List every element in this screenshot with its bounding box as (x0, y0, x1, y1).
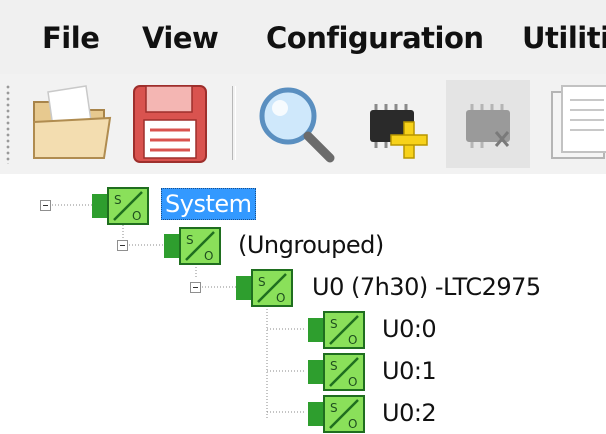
search-magnifier-icon (259, 87, 335, 163)
menu-view[interactable]: View (142, 18, 219, 58)
save-floppy-icon (133, 85, 207, 163)
svg-text:O: O (348, 333, 357, 347)
power-system-node-icon: S O (92, 187, 149, 225)
power-channel-node-icon: S O (308, 311, 365, 349)
svg-text:O: O (276, 291, 285, 305)
remove-device-icon (466, 104, 510, 148)
menu-file[interactable]: File (42, 18, 100, 58)
svg-text:O: O (132, 209, 141, 223)
remove-device-button[interactable] (446, 80, 530, 168)
open-folder-icon (33, 85, 112, 159)
power-channel-node-icon: S O (308, 353, 365, 391)
svg-text:S: S (114, 193, 122, 207)
add-device-icon (370, 104, 428, 159)
save-button[interactable] (128, 80, 212, 168)
svg-text:O: O (348, 417, 357, 431)
tree-node-system[interactable]: System (161, 188, 256, 220)
svg-text:S: S (186, 233, 194, 247)
svg-text:O: O (204, 249, 213, 263)
power-device-node-icon: S O (236, 269, 293, 307)
tree-node-channel-1[interactable]: U0:1 (382, 355, 437, 387)
device-tree[interactable]: S O System S O (Ungrouped) S O U0 (7h30)… (0, 174, 606, 433)
power-channel-node-icon: S O (308, 395, 365, 433)
menu-utilities[interactable]: Utilities (522, 18, 606, 58)
tree-node-channel-0[interactable]: U0:0 (382, 313, 437, 345)
toolbar (0, 74, 606, 174)
menu-configuration[interactable]: Configuration (266, 18, 484, 58)
document-icon (551, 85, 606, 159)
tree-expander-device[interactable] (190, 282, 201, 293)
toolbar-separator (232, 86, 236, 160)
menu-bar: File View Configuration Utilities (0, 0, 606, 74)
tree-node-channel-2[interactable]: U0:2 (382, 397, 437, 429)
open-button[interactable] (26, 80, 116, 168)
toolbar-grip[interactable] (6, 84, 10, 164)
svg-text:S: S (330, 317, 338, 331)
add-device-button[interactable] (352, 80, 436, 168)
svg-text:O: O (348, 375, 357, 389)
tree-expander-ungrouped[interactable] (117, 240, 128, 251)
svg-text:S: S (330, 401, 338, 415)
power-group-node-icon: S O (164, 227, 221, 265)
tree-expander-system[interactable] (40, 200, 51, 211)
svg-text:S: S (258, 275, 266, 289)
document-button[interactable] (542, 80, 606, 168)
tree-node-ungrouped[interactable]: (Ungrouped) (238, 229, 384, 261)
search-button[interactable] (250, 80, 342, 168)
svg-text:S: S (330, 359, 338, 373)
tree-node-device[interactable]: U0 (7h30) -LTC2975 (312, 271, 541, 303)
